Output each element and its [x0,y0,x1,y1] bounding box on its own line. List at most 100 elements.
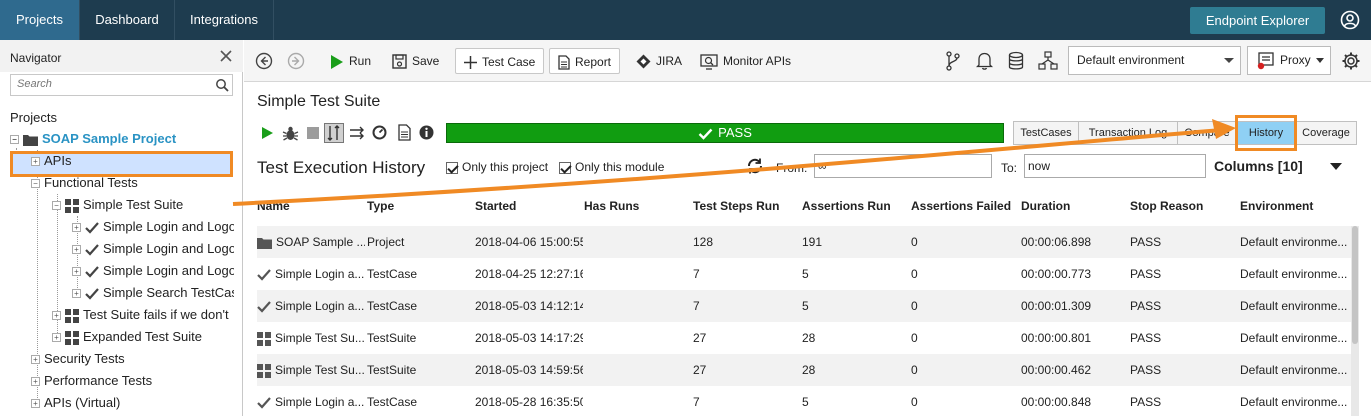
add-test-case-button[interactable]: Test Case [455,48,545,74]
tab-testcases[interactable]: TestCases [1013,121,1079,145]
tree-item-security-tests[interactable]: + Security Tests [31,349,241,369]
tab-compare[interactable]: Compare [1177,121,1237,145]
cell-environment: Default environme... [1240,363,1348,377]
network-icon[interactable] [1038,51,1058,71]
tree-item-testcase[interactable]: + Simple Search TestCase [72,283,234,303]
expand-icon[interactable]: + [31,355,40,365]
forward-icon[interactable] [287,52,305,70]
tree-item-soap-sample-project[interactable]: − SOAP Sample Project [10,129,240,149]
report-icon [558,55,570,70]
close-icon[interactable] [219,49,233,63]
parallel-icon[interactable] [349,126,365,140]
monitor-apis-button[interactable]: Monitor APIs [700,48,791,74]
document-icon[interactable] [398,124,411,141]
save-label: Save [412,54,440,68]
bug-icon[interactable] [282,125,299,142]
tree-item-apis[interactable]: + APIs [31,151,241,171]
gauge-icon[interactable] [372,125,387,140]
column-header-name[interactable]: Name [257,199,290,213]
gear-icon[interactable] [1341,51,1361,71]
tree-item-apis-virtual[interactable]: + APIs (Virtual) [31,393,241,413]
column-header-test-steps-run[interactable]: Test Steps Run [693,199,779,213]
only-this-module-checkbox[interactable]: Only this module [559,160,664,174]
tree-item-testcase[interactable]: + Simple Login and Logout [72,261,234,281]
column-header-started[interactable]: Started [475,199,516,213]
bell-icon[interactable] [976,51,993,71]
column-header-duration[interactable]: Duration [1021,199,1070,213]
tree-item-performance-tests[interactable]: + Performance Tests [31,371,241,391]
expand-icon[interactable]: + [72,245,81,255]
column-header-assertions-run[interactable]: Assertions Run [802,199,891,213]
collapse-icon[interactable]: − [10,135,19,145]
collapse-icon[interactable]: − [52,201,61,211]
expand-icon[interactable]: + [31,377,40,387]
cell-duration: 00:00:00.848 [1021,395,1092,409]
expand-icon[interactable]: + [31,399,40,409]
table-row[interactable]: Simple Test Su... TestSuite 2018-05-03 14:… [257,322,1357,354]
stop-icon[interactable] [306,126,320,140]
save-button[interactable]: Save [392,48,439,74]
run-mode-icon[interactable] [324,123,344,143]
table-row[interactable]: Simple Login a... TestCase 2018-05-28 16:3… [257,386,1357,416]
tree-item-label: Simple Search TestCase [103,285,234,300]
column-header-type[interactable]: Type [367,199,394,213]
endpoint-explorer-button[interactable]: Endpoint Explorer [1190,7,1325,34]
tab-dashboard[interactable]: Dashboard [80,0,175,40]
tree-item-functional-tests[interactable]: − Functional Tests [31,173,241,193]
table-row[interactable]: SOAP Sample ... Project 2018-04-06 15:00:5… [257,226,1357,258]
table-row[interactable]: Simple Test Su... TestSuite 2018-05-03 14:… [257,354,1357,386]
refresh-icon[interactable] [746,157,764,175]
column-header-has-runs[interactable]: Has Runs [584,199,639,213]
search-icon[interactable] [215,78,229,92]
from-date-field[interactable]: ∞ [814,154,992,178]
expand-icon[interactable]: + [31,157,40,167]
columns-label[interactable]: Columns [10] [1214,158,1303,174]
search-input[interactable] [17,78,197,90]
expand-icon[interactable]: + [52,311,61,321]
chevron-down-icon[interactable] [1330,163,1342,170]
column-header-environment[interactable]: Environment [1240,199,1313,213]
tree-item-testcase[interactable]: + Simple Login and Logout [72,217,234,237]
tree-item-testcase[interactable]: + Simple Login and Logout [72,239,234,259]
tab-projects[interactable]: Projects [0,0,80,40]
collapse-icon[interactable]: − [31,179,40,189]
to-date-field[interactable]: now [1024,154,1206,178]
tab-integrations[interactable]: Integrations [175,0,274,40]
report-button[interactable]: Report [549,48,621,74]
cell-assertions-run: 28 [802,363,816,377]
tab-coverage[interactable]: Coverage [1295,121,1357,145]
proxy-button[interactable]: Proxy [1247,46,1331,75]
back-icon[interactable] [255,52,273,70]
expand-icon[interactable]: + [72,289,81,299]
table-row[interactable]: Simple Login a... TestCase 2018-04-25 12:2… [257,258,1357,290]
tab-transaction-log[interactable]: Transaction Log [1078,121,1178,145]
user-circle-icon[interactable] [1340,10,1360,30]
expand-icon[interactable]: + [72,223,81,233]
info-icon[interactable] [419,125,434,140]
cell-duration: 00:00:00.801 [1021,331,1092,345]
tree-item-simple-test-suite[interactable]: − Simple Test Suite [52,195,232,215]
history-title: Test Execution History [257,158,426,177]
column-header-assertions-failed[interactable]: Assertions Failed [911,199,1011,213]
expand-icon[interactable]: + [52,333,61,343]
jira-button[interactable]: JIRA [636,48,682,74]
column-header-stop-reason[interactable]: Stop Reason [1130,199,1203,213]
grid-icon [65,198,79,213]
tree-item-testsuite[interactable]: + Test Suite fails if we don't [52,305,234,325]
page-title: Simple Test Suite [257,93,381,110]
play-icon[interactable] [261,126,274,140]
scrollbar-thumb[interactable] [1352,226,1358,344]
expand-icon[interactable]: + [72,267,81,277]
environment-select[interactable]: Default environment [1068,46,1241,75]
cell-started: 2018-05-03 14:59:56 [475,363,583,377]
run-button[interactable]: Run [330,48,371,74]
git-branch-icon[interactable] [945,51,961,71]
from-label: From: [776,161,808,175]
database-icon[interactable] [1008,51,1024,71]
only-this-project-checkbox[interactable]: Only this project [446,160,548,174]
table-row[interactable]: Simple Login a... TestCase 2018-05-03 14:1… [257,290,1357,322]
navigator-search [10,74,233,96]
table-scrollbar[interactable] [1351,226,1359,416]
tree-item-testsuite[interactable]: + Expanded Test Suite [52,327,234,347]
checkbox-label: Only this project [462,160,549,174]
